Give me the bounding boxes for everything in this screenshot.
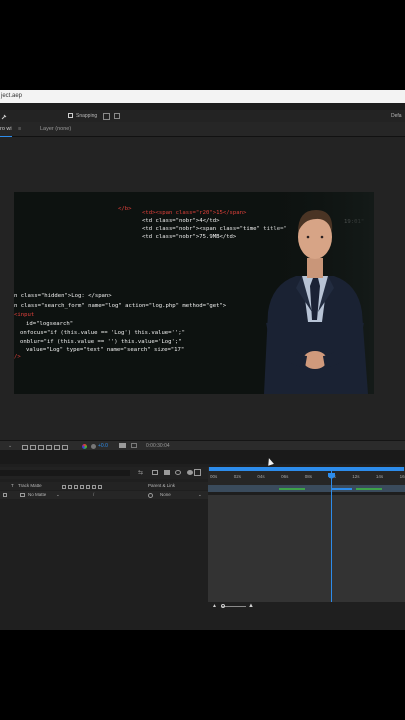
layer-header-row: T Track Matte Parent & Link	[0, 482, 208, 490]
parent-chevron-icon[interactable]: ⌄	[198, 491, 202, 499]
motion-blur-switch-icon	[92, 484, 96, 489]
ruler-tick-label: 14s	[375, 474, 384, 479]
adjustment-switch-icon	[98, 484, 102, 489]
code-line: <input	[14, 312, 35, 318]
code-line: n class="search_form" name="log" action=…	[14, 303, 227, 309]
label-t: T	[11, 483, 14, 488]
motion-blur-icon[interactable]	[187, 470, 193, 475]
code-line: n class="hidden">Log: </span>	[14, 293, 112, 299]
zoom-out-icon[interactable]: ▲	[212, 603, 217, 609]
code-line: onfocus="if (this.value == 'Log') this.v…	[20, 330, 186, 336]
color-wheel-icon[interactable]	[82, 444, 87, 449]
frame-blending-icon[interactable]	[175, 470, 181, 475]
keyframe-span	[279, 488, 305, 490]
snapshot-icon[interactable]	[119, 443, 126, 448]
ruler-tick-label: 04s	[257, 474, 265, 479]
window-title-bar: ject.aep	[0, 90, 405, 103]
effect-switch-icon	[80, 484, 84, 489]
show-snapshot-icon[interactable]	[131, 443, 137, 448]
composition-frame[interactable]: </b> <td><span class="r20">15</span> <td c…	[14, 192, 374, 394]
exposure-icon[interactable]	[91, 444, 96, 449]
code-line: id="logsearch"	[26, 321, 74, 327]
presenter-figure	[256, 192, 374, 394]
matte-icon	[20, 493, 25, 497]
track-matte-select[interactable]: No Matte	[28, 491, 46, 499]
ruler-tick-label: 12s	[352, 474, 360, 479]
playhead-line	[331, 471, 332, 602]
zoom-slider-thumb[interactable]	[221, 604, 225, 608]
keyframe-span-2	[332, 488, 352, 490]
tab-composition[interactable]: ro wi	[0, 122, 12, 137]
keyframe-span-3	[356, 488, 382, 490]
parent-pickwhip-icon[interactable]	[148, 493, 153, 498]
track-matte-header: Track Matte	[18, 483, 42, 488]
timeline-spacer	[0, 450, 405, 464]
ruler-tick-label: 16s	[399, 474, 405, 479]
blend-switch-icon	[86, 484, 90, 489]
zoom-slider-track[interactable]	[222, 606, 246, 607]
track-matte-chevron-icon[interactable]: ⌄	[56, 491, 60, 499]
snapping-label: Snapping	[76, 113, 98, 119]
shy-layers-icon[interactable]	[164, 470, 170, 475]
code-line: />	[14, 354, 21, 360]
code-line: onblur="if (this.value == '') this.value…	[20, 339, 182, 345]
zoom-in-icon[interactable]: ▲	[248, 603, 254, 609]
window-title: ject.aep	[1, 93, 23, 99]
workspace-label[interactable]: Defa	[391, 110, 402, 122]
quality-switch-icon	[74, 484, 78, 489]
code-line: value="Log" type="text" name="search" si…	[26, 347, 185, 353]
pin-icon[interactable]	[1, 113, 7, 120]
timeline-search-row: ⇆	[0, 467, 208, 479]
snapping-checkbox[interactable]	[68, 113, 73, 118]
snap-grid-icon[interactable]	[114, 113, 120, 119]
tab-layer[interactable]: Layer (none)	[40, 122, 71, 136]
switch-slash-icon[interactable]: /	[93, 491, 94, 499]
code-line: <td class="nobr">75.9MB</td>	[142, 234, 237, 240]
layer-row[interactable]: No Matte ⌄ / None ⌄	[0, 491, 208, 499]
composition-flowchart-icon[interactable]: ⇆	[138, 469, 143, 476]
parent-link-header: Parent & Link	[148, 483, 176, 488]
ruler-tick-label: 06s	[281, 474, 289, 479]
draft-3d-icon[interactable]	[152, 470, 158, 475]
tool-bar: Snapping Defa	[0, 110, 405, 122]
ruler-tick-label: 00s	[210, 474, 218, 479]
layer-search-input[interactable]	[0, 470, 130, 476]
graph-editor-icon[interactable]	[194, 469, 201, 476]
panel-tab-bar: ro wi ≡ Layer (none)	[0, 122, 405, 137]
timeline-empty-area[interactable]	[208, 495, 405, 602]
parent-select[interactable]: None	[160, 491, 171, 499]
ruler-tick-label: 08s	[304, 474, 313, 479]
layer-visibility-icon[interactable]	[3, 493, 7, 497]
code-line: </b>	[118, 206, 132, 212]
panel-menu-icon[interactable]: ≡	[18, 122, 21, 136]
ruler-tick-label: 02s	[233, 474, 241, 479]
switches-header	[62, 483, 104, 491]
collapse-switch-icon	[68, 484, 72, 489]
code-line: <td><span class="r20">15</span>	[142, 210, 247, 216]
snap-option-icon[interactable]	[103, 113, 110, 120]
shy-switch-icon	[62, 484, 66, 489]
code-line: <td class="nobr">4</td>	[142, 218, 220, 224]
